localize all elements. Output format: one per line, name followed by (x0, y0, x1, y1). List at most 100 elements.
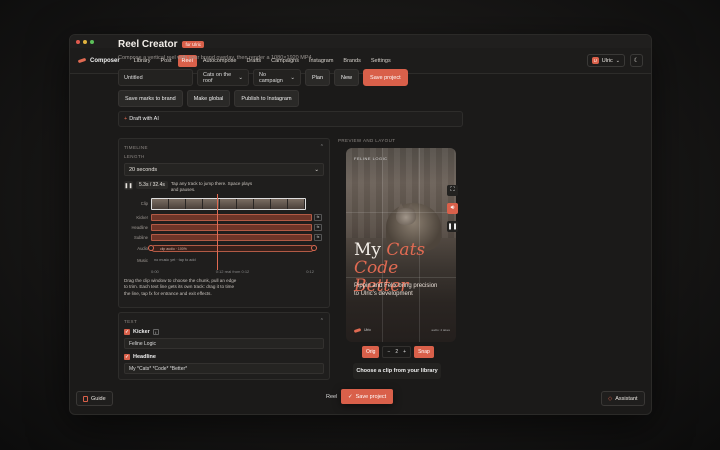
make-global-button[interactable]: Make global (186, 90, 231, 107)
campaign-select[interactable]: No campaign ⌄ (253, 69, 301, 86)
choose-clip-button[interactable]: Choose a clip from your library (353, 363, 441, 379)
timeline-heading: TIMELINE (124, 144, 148, 150)
track-label-headline: Headline (131, 224, 148, 230)
chevron-down-icon: ⌄ (290, 74, 295, 81)
stepper-plus[interactable]: + (403, 349, 406, 355)
minimize-dot[interactable] (83, 39, 87, 44)
chevron-down-icon: ⌄ (314, 166, 319, 173)
time-readout: 5.3s / 32.4s (136, 181, 168, 189)
text-panel: TEXT ⌃ ✓ Kicker i Feline Logic ✓ Headlin… (118, 312, 330, 380)
grid-stepper[interactable]: − 2 + (382, 346, 412, 358)
kicker-checkbox[interactable]: ✓ (124, 329, 130, 335)
length-select[interactable]: 20 seconds ⌄ (124, 163, 324, 176)
clip-frame (186, 198, 203, 209)
sparkle-icon: ◇ (608, 395, 613, 402)
reel-preview[interactable]: FELINE LOGIC My Cats Code Better Pippin a… (346, 148, 456, 342)
track-label-audio: Audio (137, 245, 148, 251)
clip-frame (220, 198, 237, 209)
clip-frame (271, 198, 288, 209)
pause-icon[interactable]: ❚❚ (447, 221, 458, 232)
user-menu[interactable]: U Ulric ⌄ (586, 54, 625, 67)
fullscreen-icon[interactable]: ⛶ (447, 185, 458, 196)
brand-name: Composer (90, 57, 120, 64)
clip-frame (254, 198, 271, 209)
info-icon[interactable]: i (152, 329, 159, 335)
length-label: LENGTH (124, 154, 145, 159)
page-title: Reel Creator (118, 39, 178, 50)
save-project-button[interactable]: Save project (363, 69, 408, 86)
draft-ai-label: Draft with AI (129, 116, 159, 122)
subline-track[interactable] (151, 233, 312, 241)
toolbar: Untitled Cats on the roof ⌄ No campaign … (118, 69, 463, 107)
snap-button[interactable]: Snap (414, 346, 434, 358)
guide-label: Guide (91, 395, 106, 402)
stepper-value: 2 (395, 349, 399, 355)
main-content: Reel Creator for Ulric Compose a vertica… (118, 39, 463, 127)
publish-instagram-button[interactable]: Publish to Instagram (234, 90, 299, 107)
play-hint: Tap any track to jump there. Space plays… (170, 181, 253, 193)
user-badge: for Ulric (182, 41, 204, 48)
avatar: U (591, 57, 599, 64)
audio-start-handle[interactable] (148, 244, 154, 251)
playhead[interactable] (217, 193, 218, 270)
subline-fx-button[interactable]: fx (314, 233, 322, 241)
clip-frame (169, 198, 186, 209)
guide-button[interactable]: Guide (76, 391, 113, 406)
cat-head (396, 208, 416, 225)
track-label-clip: Clip (140, 200, 148, 206)
track-area[interactable]: Clip Kicker fx Headline fx Subline fx Au… (124, 193, 324, 276)
headline-track[interactable] (151, 223, 312, 231)
assistant-label: Assistant (615, 395, 638, 402)
text-heading: TEXT (124, 318, 138, 324)
close-dot[interactable] (76, 39, 80, 44)
preview-logo[interactable]: Ulric (353, 327, 371, 333)
clip-frame (237, 198, 254, 209)
moon-icon[interactable]: ☾ (630, 54, 643, 67)
project-name-input[interactable]: Untitled (118, 69, 193, 86)
volume-icon[interactable]: 🔊︎ (447, 203, 458, 214)
clip-frame (152, 198, 169, 209)
preview-kicker[interactable]: FELINE LOGIC (354, 156, 388, 161)
tick-end: 0:12 (306, 268, 314, 274)
new-button[interactable]: New (334, 69, 360, 86)
headline-highlight: Cats (386, 240, 426, 260)
time-ticks: 0:00 0:12 real from 0:12 0:12 (151, 269, 314, 274)
music-track[interactable]: no music yet · tap to add (154, 258, 196, 262)
preview-controls: Orig − 2 + Snap (362, 346, 434, 358)
plan-button[interactable]: Plan (305, 69, 331, 86)
floating-save-button[interactable]: ✓ Save project (341, 389, 394, 404)
kicker-fx-button[interactable]: fx (314, 213, 322, 221)
save-marks-button[interactable]: Save marks to brand (118, 90, 183, 107)
orig-button[interactable]: Orig (362, 346, 380, 358)
preview-subline[interactable]: Pippin and Felix bring precision to Ulri… (354, 283, 444, 298)
audio-end-handle[interactable] (311, 244, 317, 251)
clip-select[interactable]: Cats on the roof ⌄ (197, 69, 249, 86)
timeline-panel: TIMELINE ⌃ LENGTH 20 seconds ⌄ ❚❚ 5.3s /… (118, 138, 330, 308)
brand-logo-icon (77, 57, 87, 64)
chevron-up-icon[interactable]: ⌃ (320, 144, 324, 150)
headline-fx-button[interactable]: fx (314, 223, 322, 231)
chevron-up-icon[interactable]: ⌃ (320, 318, 324, 324)
kicker-track[interactable] (151, 213, 312, 221)
assistant-button[interactable]: ◇ Assistant (601, 391, 645, 406)
brand[interactable]: Composer (77, 57, 120, 64)
track-label-music: Music (137, 257, 148, 263)
stepper-minus[interactable]: − (387, 349, 390, 355)
clip-select-value: Cats on the roof (203, 71, 232, 84)
audio-track[interactable]: clip audio · 100% (151, 244, 314, 252)
campaign-select-value: No campaign (259, 71, 283, 84)
draft-with-ai-toggle[interactable]: + Draft with AI (118, 111, 463, 127)
layout-guide (346, 212, 456, 213)
preview-logo-text: Ulric (364, 328, 371, 332)
kicker-input[interactable]: Feline Logic (124, 338, 324, 349)
headline-input[interactable]: My *Cats* *Code* *Better* (124, 363, 324, 374)
preview-credit: audio: 4 takes (431, 328, 450, 332)
maximize-dot[interactable] (90, 39, 94, 44)
clip-track[interactable] (151, 197, 306, 210)
track-label-subline: Subline (134, 234, 148, 240)
headline-checkbox[interactable]: ✓ (124, 354, 130, 360)
pause-icon[interactable]: ❚❚ (124, 181, 133, 190)
track-label-kicker: Kicker (136, 214, 148, 220)
book-icon (83, 395, 88, 402)
chevron-down-icon: ⌄ (615, 57, 620, 64)
